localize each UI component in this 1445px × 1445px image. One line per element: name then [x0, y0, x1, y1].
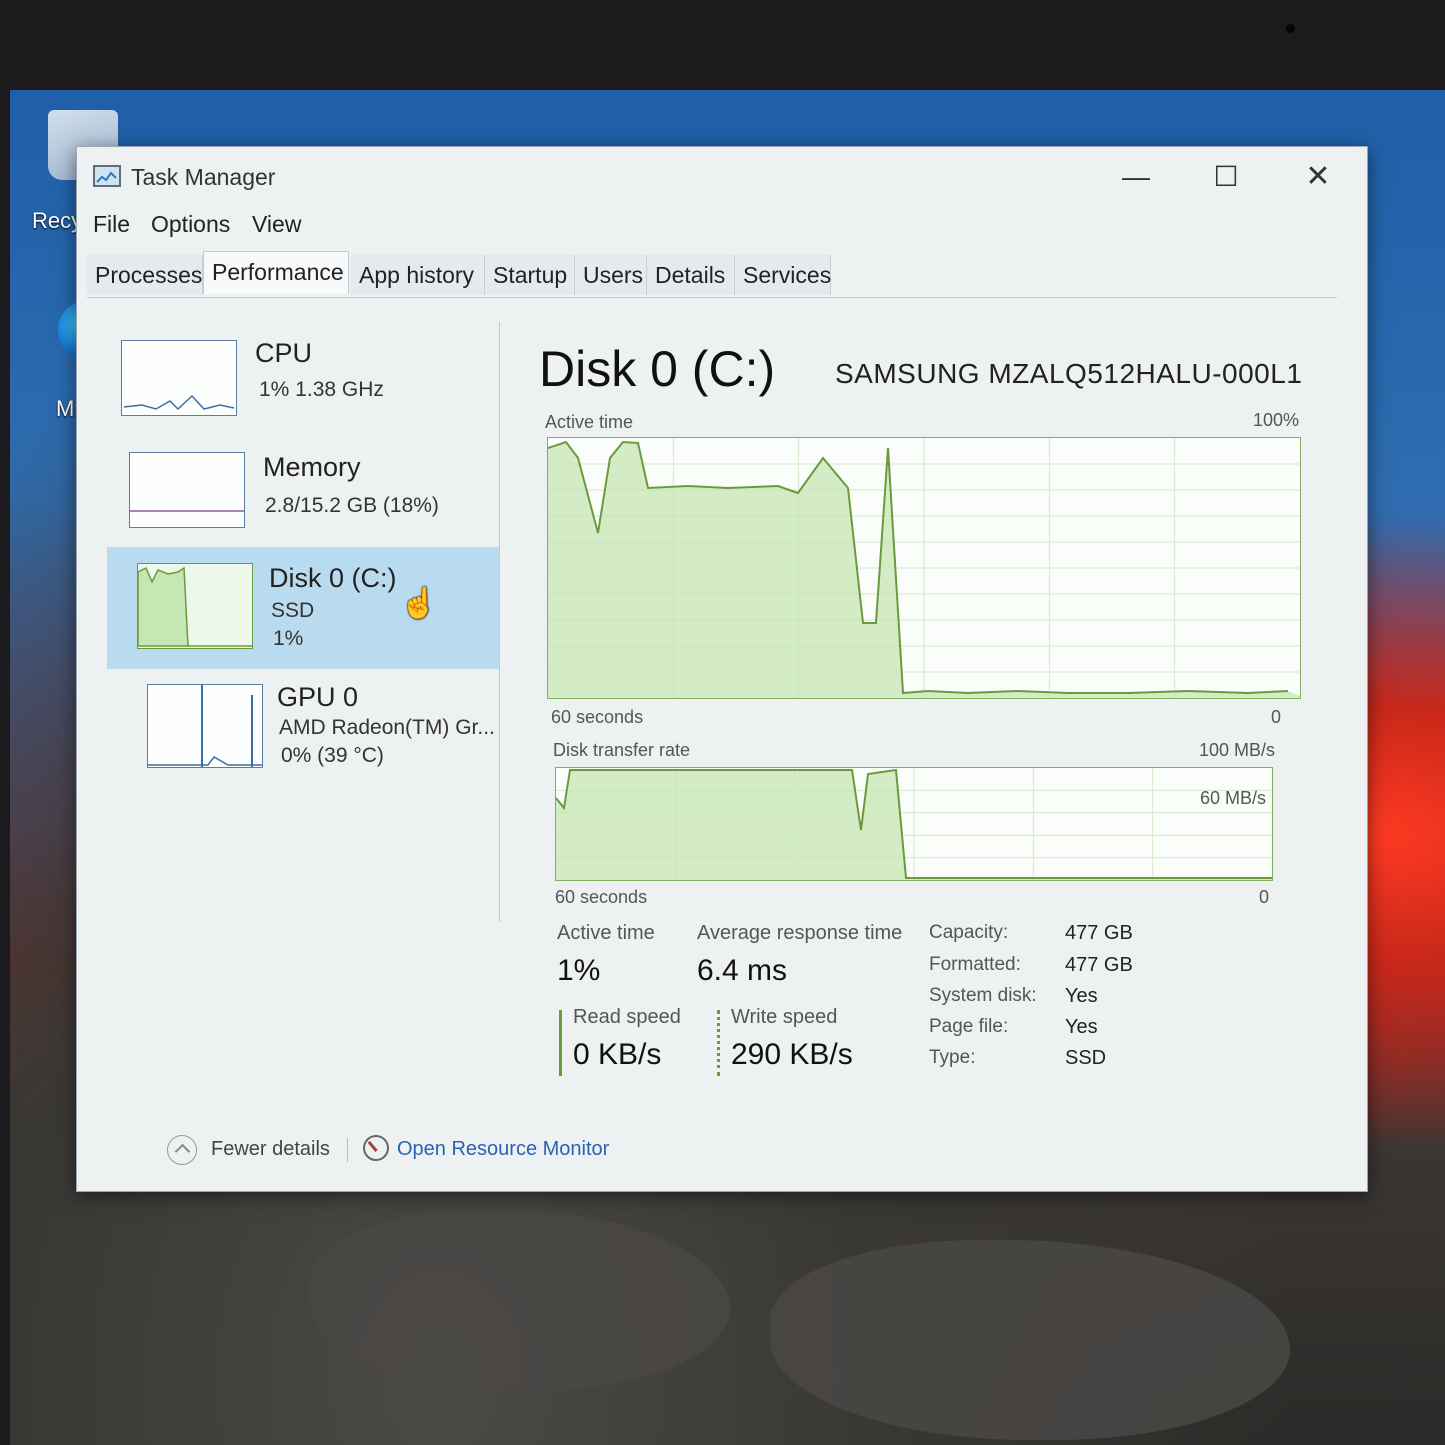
active-time-graph-label: Active time: [545, 412, 634, 432]
disk-usage: 1%: [273, 627, 304, 650]
system-disk-value: Yes: [1065, 985, 1098, 1007]
capacity-label: Capacity:: [929, 922, 1009, 943]
disk-label: Disk 0 (C:): [269, 563, 397, 593]
disk-type: SSD: [271, 599, 315, 622]
performance-detail-panel: Disk 0 (C:) SAMSUNG MZALQ512HALU-000L1 A…: [517, 322, 1337, 1122]
active-time-label: Active time: [557, 922, 655, 944]
menu-options[interactable]: Options: [151, 211, 230, 238]
open-resource-monitor-link[interactable]: Open Resource Monitor: [397, 1138, 609, 1161]
task-manager-icon: [93, 165, 121, 187]
footer: Fewer details Open Resource Monitor: [167, 1132, 767, 1172]
footer-divider: [347, 1138, 348, 1162]
avg-response-label: Average response time: [697, 922, 903, 944]
gpu-usage: 0% (39 °C): [281, 744, 384, 767]
recycle-bin-label[interactable]: Recy: [32, 208, 82, 234]
system-disk-label: System disk:: [929, 985, 1037, 1006]
transfer-rate-graph-max: 100 MB/s: [1199, 740, 1276, 760]
disk-model: SAMSUNG MZALQ512HALU-000L1: [835, 358, 1303, 389]
type-label: Type:: [929, 1047, 976, 1068]
tab-processes[interactable]: Processes: [87, 255, 203, 295]
tab-startup[interactable]: Startup: [485, 255, 575, 295]
write-speed-value: 290 KB/s: [731, 1038, 853, 1071]
active-time-value: 1%: [557, 954, 601, 987]
fewer-details-button[interactable]: Fewer details: [211, 1138, 330, 1161]
resource-monitor-icon[interactable]: [363, 1135, 389, 1161]
maximize-button[interactable]: ☐: [1191, 157, 1261, 197]
resource-item-gpu[interactable]: GPU 0 AMD Radeon(TM) Gr... 0% (39 °C): [107, 672, 499, 794]
wallpaper-rock: [770, 1240, 1290, 1440]
menu-view[interactable]: View: [252, 211, 301, 238]
cpu-usage: 1% 1.38 GHz: [259, 378, 384, 401]
formatted-value: 477 GB: [1065, 954, 1133, 976]
gpu-model: AMD Radeon(TM) Gr...: [279, 716, 495, 739]
memory-label: Memory: [263, 452, 361, 482]
resource-list: CPU 1% 1.38 GHz Memory 2.8/15.2 GB (18%)…: [107, 322, 500, 922]
resource-item-disk0[interactable]: Disk 0 (C:) SSD 1%: [107, 547, 499, 669]
active-time-graph-max: 100%: [1253, 410, 1300, 430]
task-manager-window: Task Manager — ☐ ✕ File Options View Pro…: [76, 146, 1368, 1192]
transfer-rate-graph-min: 0: [1259, 887, 1270, 907]
capacity-value: 477 GB: [1065, 922, 1133, 944]
memory-usage: 2.8/15.2 GB (18%): [265, 494, 439, 517]
write-speed-marker: [717, 1010, 720, 1076]
write-speed-label: Write speed: [731, 1006, 838, 1028]
transfer-rate-graph-xlabel: 60 seconds: [555, 887, 648, 907]
disk-title: Disk 0 (C:): [539, 341, 776, 397]
read-speed-label: Read speed: [573, 1006, 681, 1028]
hand-cursor-icon: ☝: [400, 587, 438, 620]
read-speed-marker: [559, 1010, 562, 1076]
active-time-graph: [547, 437, 1301, 699]
formatted-label: Formatted:: [929, 954, 1021, 975]
tab-app-history[interactable]: App history: [351, 255, 485, 295]
window-title: Task Manager: [131, 164, 276, 190]
page-file-value: Yes: [1065, 1016, 1098, 1038]
wallpaper-rock: [310, 1210, 730, 1390]
cpu-label: CPU: [255, 338, 313, 368]
read-speed-value: 0 KB/s: [573, 1038, 662, 1071]
disk-stats: Active time 1% Average response time 6.4…: [557, 922, 1337, 1102]
menu-file[interactable]: File: [93, 211, 130, 238]
title-bar[interactable]: Task Manager — ☐ ✕: [77, 147, 1367, 203]
memory-thumbnail-graph: [129, 452, 245, 528]
transfer-rate-graph: 60 MB/s: [555, 767, 1273, 881]
close-button[interactable]: ✕: [1283, 157, 1353, 197]
tab-services[interactable]: Services: [735, 255, 831, 295]
type-value: SSD: [1065, 1047, 1107, 1069]
active-time-graph-xlabel: 60 seconds: [551, 707, 644, 727]
chevron-up-icon[interactable]: [167, 1135, 197, 1165]
tab-bar: Processes Performance App history Startu…: [87, 251, 1337, 298]
webcam: [1286, 24, 1295, 33]
transfer-rate-graph-mid: 60 MB/s: [1200, 788, 1267, 808]
disk-thumbnail-graph: [137, 563, 253, 649]
transfer-rate-graph-label: Disk transfer rate: [553, 740, 691, 760]
gpu-label: GPU 0: [277, 682, 359, 712]
tab-performance[interactable]: Performance: [203, 251, 349, 294]
resource-item-cpu[interactable]: CPU 1% 1.38 GHz: [107, 322, 499, 444]
active-time-graph-min: 0: [1271, 707, 1282, 727]
gpu-thumbnail-graph: [147, 684, 263, 768]
tab-users[interactable]: Users: [575, 255, 647, 295]
resource-item-memory[interactable]: Memory 2.8/15.2 GB (18%): [107, 434, 499, 556]
minimize-button[interactable]: —: [1101, 157, 1171, 197]
cpu-thumbnail-graph: [121, 340, 237, 416]
avg-response-value: 6.4 ms: [697, 954, 788, 987]
page-file-label: Page file:: [929, 1016, 1009, 1037]
tab-details[interactable]: Details: [647, 255, 735, 295]
